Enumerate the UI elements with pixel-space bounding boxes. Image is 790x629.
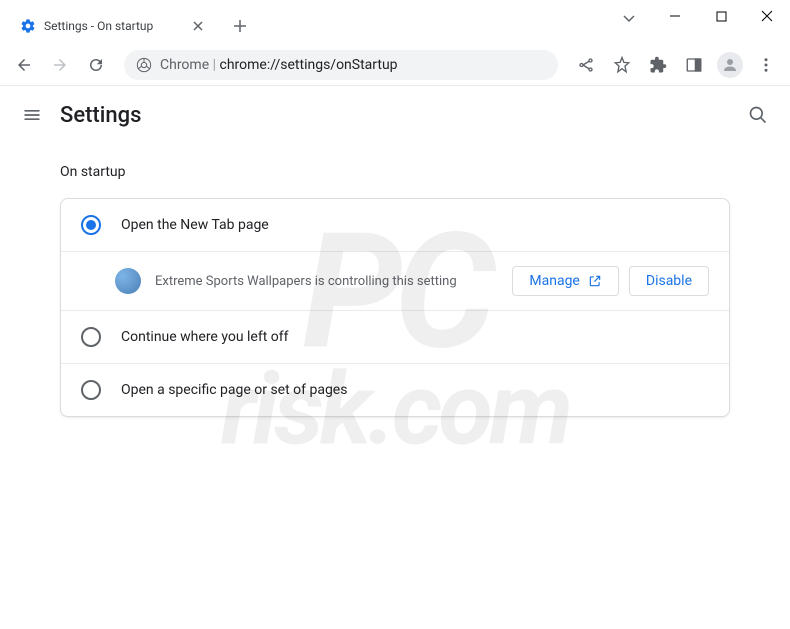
radio-specific-page[interactable]: Open a specific page or set of pages bbox=[61, 364, 729, 416]
chevron-down-icon[interactable] bbox=[606, 0, 652, 36]
titlebar: Settings - On startup bbox=[0, 0, 790, 44]
settings-header: Settings bbox=[0, 86, 790, 144]
extension-notice: Extreme Sports Wallpapers is controlling… bbox=[61, 252, 729, 311]
share-icon[interactable] bbox=[570, 49, 602, 81]
gear-icon bbox=[20, 18, 36, 34]
radio-label: Open a specific page or set of pages bbox=[121, 382, 709, 398]
close-window-button[interactable] bbox=[744, 0, 790, 32]
window-controls bbox=[606, 0, 790, 36]
radio-icon bbox=[81, 380, 101, 400]
radio-label: Continue where you left off bbox=[121, 329, 709, 345]
back-button[interactable] bbox=[8, 49, 40, 81]
external-link-icon bbox=[588, 274, 602, 288]
profile-button[interactable] bbox=[714, 49, 746, 81]
chrome-icon bbox=[136, 57, 152, 73]
avatar-icon bbox=[717, 52, 743, 78]
minimize-button[interactable] bbox=[652, 0, 698, 32]
radio-continue[interactable]: Continue where you left off bbox=[61, 311, 729, 364]
section-title: On startup bbox=[60, 164, 730, 180]
content-area: On startup Open the New Tab page Extreme… bbox=[0, 144, 790, 437]
manage-button[interactable]: Manage bbox=[512, 266, 618, 296]
menu-button[interactable] bbox=[750, 49, 782, 81]
reload-button[interactable] bbox=[80, 49, 112, 81]
search-icon[interactable] bbox=[746, 103, 770, 127]
omnibox-text: Chrome | chrome://settings/onStartup bbox=[160, 57, 398, 73]
extension-icon bbox=[115, 268, 141, 294]
tab-title: Settings - On startup bbox=[44, 19, 182, 33]
browser-tab[interactable]: Settings - On startup bbox=[8, 9, 218, 43]
toolbar: Chrome | chrome://settings/onStartup bbox=[0, 44, 790, 86]
maximize-button[interactable] bbox=[698, 0, 744, 32]
close-tab-icon[interactable] bbox=[190, 18, 206, 34]
notice-text: Extreme Sports Wallpapers is controlling… bbox=[155, 274, 498, 289]
extensions-icon[interactable] bbox=[642, 49, 674, 81]
radio-label: Open the New Tab page bbox=[121, 217, 709, 233]
action-buttons: Manage Disable bbox=[512, 266, 709, 296]
hamburger-menu-icon[interactable] bbox=[20, 103, 44, 127]
radio-icon bbox=[81, 215, 101, 235]
radio-icon bbox=[81, 327, 101, 347]
radio-open-new-tab[interactable]: Open the New Tab page bbox=[61, 199, 729, 252]
side-panel-icon[interactable] bbox=[678, 49, 710, 81]
startup-card: Open the New Tab page Extreme Sports Wal… bbox=[60, 198, 730, 417]
new-tab-button[interactable] bbox=[226, 12, 254, 40]
disable-button[interactable]: Disable bbox=[629, 266, 709, 296]
omnibox[interactable]: Chrome | chrome://settings/onStartup bbox=[124, 50, 558, 80]
forward-button[interactable] bbox=[44, 49, 76, 81]
page-title: Settings bbox=[60, 103, 730, 128]
bookmark-icon[interactable] bbox=[606, 49, 638, 81]
